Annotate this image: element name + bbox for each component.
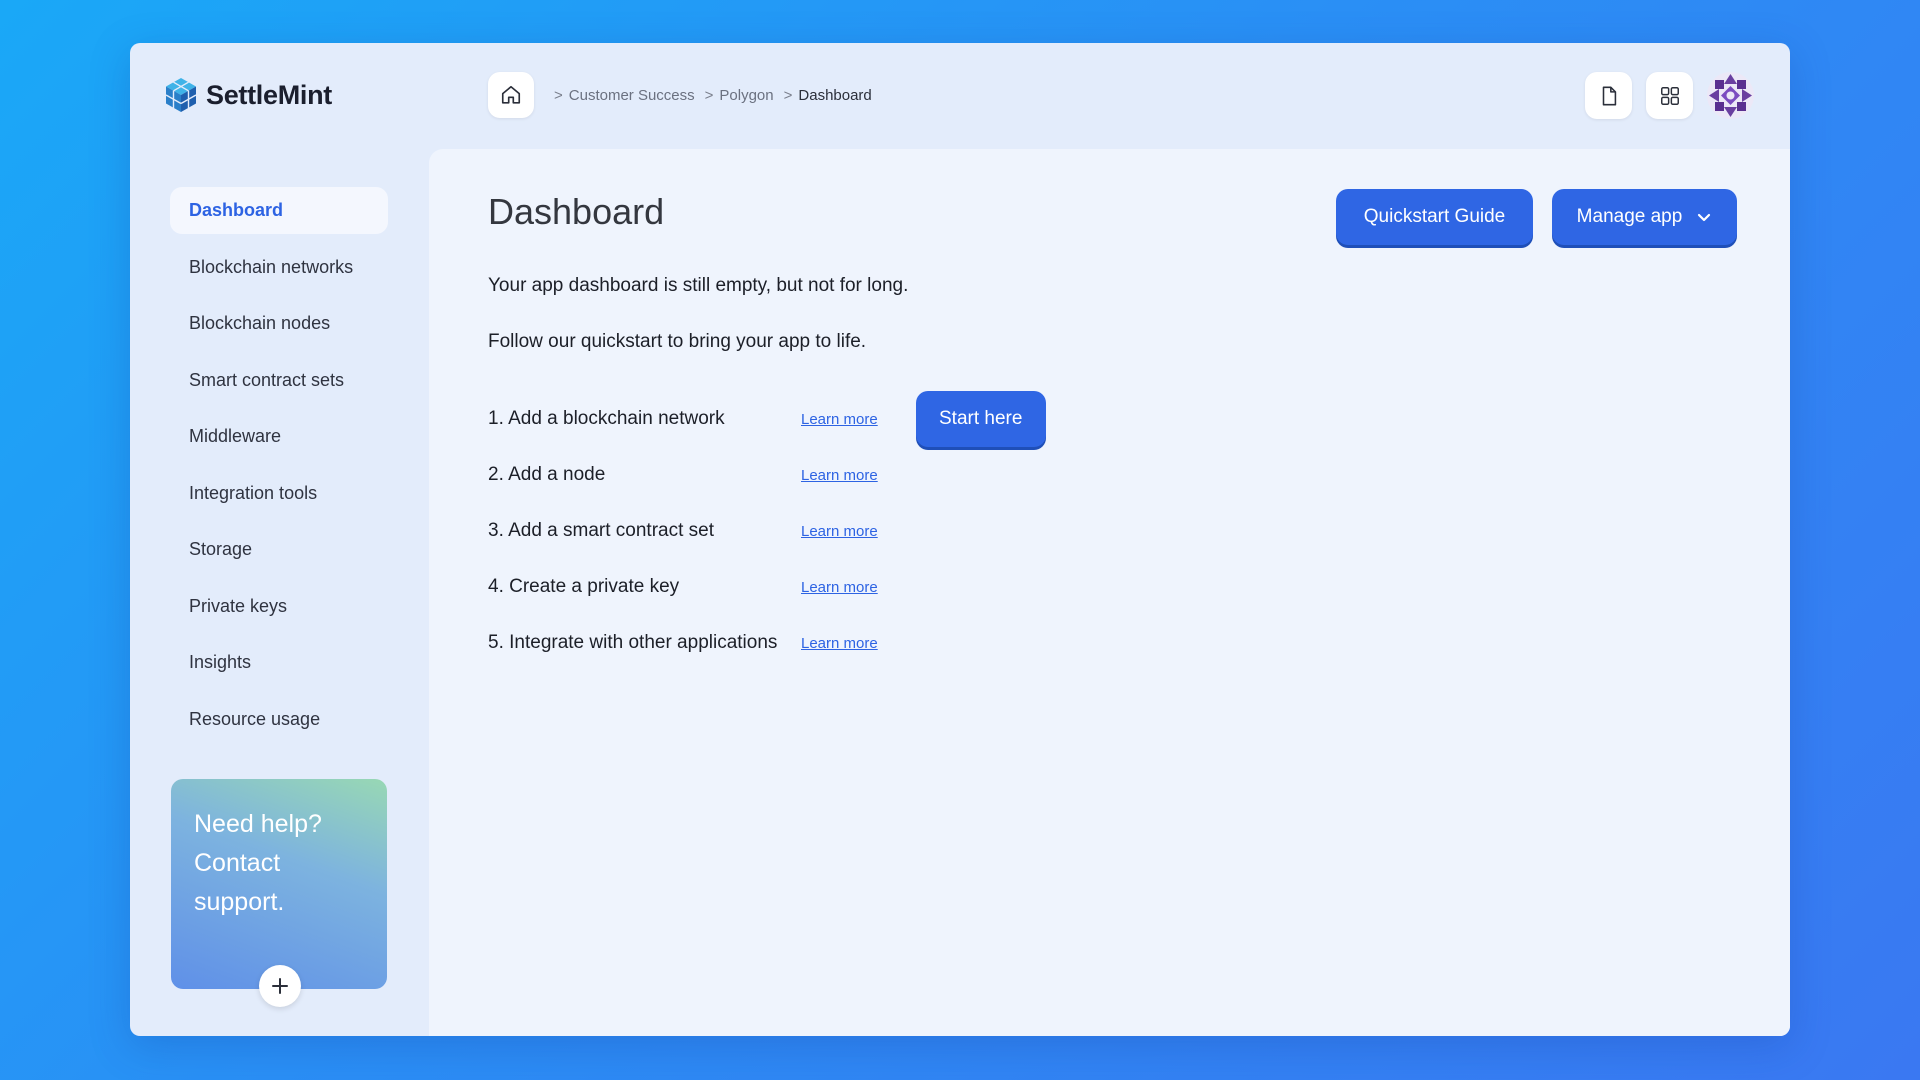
help-card[interactable]: Need help? Contact support. <box>171 779 387 1007</box>
manage-app-label: Manage app <box>1576 206 1683 227</box>
page-actions: Quickstart Guide Manage app <box>1336 189 1737 245</box>
start-here-button[interactable]: Start here <box>915 391 1046 447</box>
breadcrumb-item-customer-success[interactable]: Customer Success <box>569 87 695 104</box>
sidebar: Dashboard Blockchain networks Blockchain… <box>170 187 388 752</box>
sidebar-item-middleware[interactable]: Middleware <box>170 413 388 460</box>
documentation-button[interactable] <box>1585 72 1632 119</box>
help-line: Contact <box>194 849 281 877</box>
manage-app-button[interactable]: Manage app <box>1552 189 1737 245</box>
breadcrumb: > Customer Success > Polygon > Dashboard <box>488 72 872 118</box>
top-right-controls <box>1585 72 1754 119</box>
avatar-pattern-icon <box>1707 72 1754 119</box>
sidebar-item-dashboard[interactable]: Dashboard <box>170 187 388 234</box>
step-label: 4. Create a private key <box>488 576 680 597</box>
learn-more-link[interactable]: Learn more <box>801 411 878 428</box>
list-item: 2. Add a node Learn more <box>488 447 1046 503</box>
breadcrumb-item-polygon[interactable]: Polygon <box>719 87 773 104</box>
learn-more-link[interactable]: Learn more <box>801 523 878 540</box>
sidebar-item-storage[interactable]: Storage <box>170 526 388 573</box>
sidebar-item-private-keys[interactable]: Private keys <box>170 583 388 630</box>
quickstart-guide-button[interactable]: Quickstart Guide <box>1336 189 1533 245</box>
list-item: 3. Add a smart contract set Learn more <box>488 503 1046 559</box>
chevron-down-icon <box>1698 213 1711 222</box>
avatar[interactable] <box>1707 72 1754 119</box>
breadcrumb-separator: > <box>554 86 563 104</box>
list-item: 4. Create a private key Learn more <box>488 559 1046 615</box>
help-line: Need help? <box>194 810 322 838</box>
quickstart-text: Follow our quickstart to bring your app … <box>488 331 867 352</box>
apps-grid-button[interactable] <box>1646 72 1693 119</box>
step-label: 3. Add a smart contract set <box>488 520 714 541</box>
breadcrumb-trail: > Customer Success > Polygon > Dashboard <box>544 87 872 104</box>
home-icon <box>501 85 521 104</box>
learn-more-link[interactable]: Learn more <box>801 635 878 652</box>
list-item: 1. Add a blockchain network Learn more S… <box>488 391 1046 447</box>
grid-icon <box>1660 86 1679 105</box>
quickstart-steps: 1. Add a blockchain network Learn more S… <box>488 391 1046 671</box>
sidebar-item-integration-tools[interactable]: Integration tools <box>170 470 388 517</box>
step-label: 1. Add a blockchain network <box>488 408 725 429</box>
contact-support-button[interactable] <box>259 965 301 1007</box>
help-line: support. <box>194 888 285 916</box>
sidebar-item-resource-usage[interactable]: Resource usage <box>170 696 388 743</box>
step-label: 2. Add a node <box>488 464 606 485</box>
brand-logo[interactable]: SettleMint <box>164 77 332 113</box>
sidebar-item-blockchain-networks[interactable]: Blockchain networks <box>170 244 388 291</box>
learn-more-link[interactable]: Learn more <box>801 467 878 484</box>
step-label: 5. Integrate with other applications <box>488 632 778 653</box>
settlemint-logo-icon <box>165 78 197 112</box>
help-text: Need help? Contact support. <box>194 805 364 922</box>
sidebar-item-insights[interactable]: Insights <box>170 639 388 686</box>
intro-text: Your app dashboard is still empty, but n… <box>488 275 909 296</box>
breadcrumb-separator: > <box>704 86 714 104</box>
learn-more-link[interactable]: Learn more <box>801 579 878 596</box>
plus-icon <box>272 978 288 994</box>
app-window: SettleMint > Customer Success > Polygon … <box>130 43 1790 1036</box>
sidebar-item-blockchain-nodes[interactable]: Blockchain nodes <box>170 300 388 347</box>
sidebar-item-smart-contract-sets[interactable]: Smart contract sets <box>170 357 388 404</box>
home-button[interactable] <box>488 72 534 118</box>
brand-name: SettleMint <box>206 79 333 110</box>
main-content: Dashboard Quickstart Guide Manage app Yo… <box>429 149 1790 1036</box>
document-icon <box>1602 86 1616 105</box>
list-item: 5. Integrate with other applications Lea… <box>488 615 1046 671</box>
page-title: Dashboard <box>488 191 665 232</box>
breadcrumb-item-dashboard: Dashboard <box>798 86 872 104</box>
breadcrumb-separator: > <box>783 86 793 104</box>
